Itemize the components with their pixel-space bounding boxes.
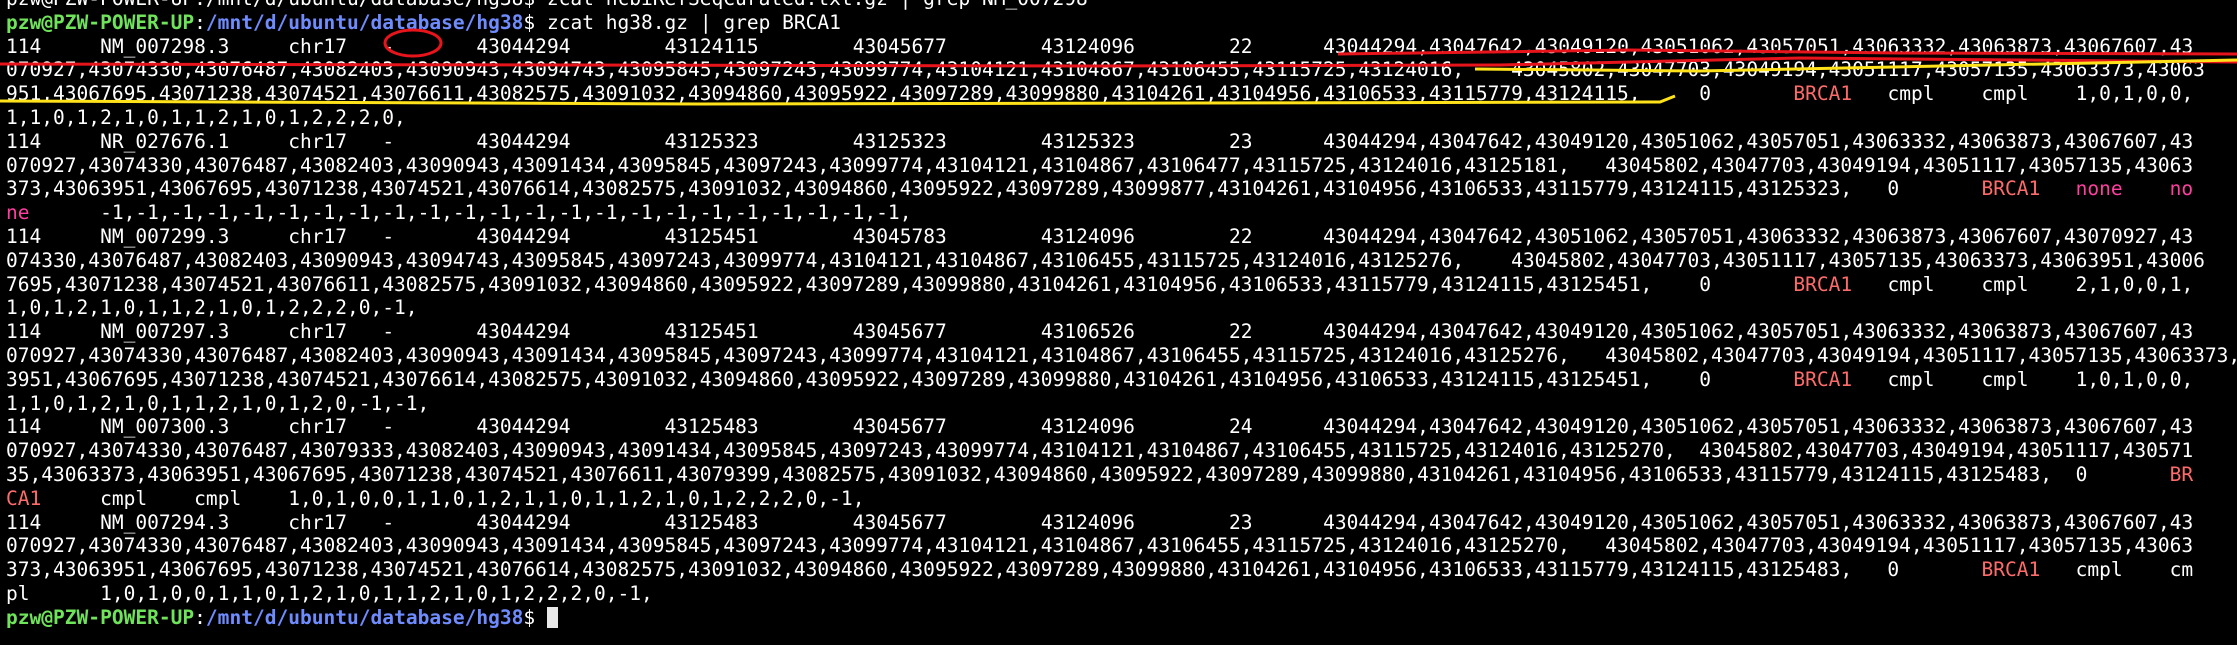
output-line: 070927,43074330,43076487,43082403,430909…: [6, 534, 2194, 558]
output-line: 070927,43074330,43076487,43082403,430909…: [6, 153, 2194, 177]
prompt-dollar: $: [523, 10, 547, 34]
none-keyword: none: [2075, 177, 2123, 201]
output-line: 1,0,1,2,1,0,1,1,2,1,0,1,2,2,2,0,-1,: [6, 296, 418, 320]
output-line: 35,43063373,43063951,43067695,43071238,4…: [6, 462, 2194, 486]
output-line: 951,43067695,43071238,43074521,43076611,…: [6, 82, 2194, 106]
output-line: 070927,43074330,43076487,43082403,430909…: [6, 343, 2237, 367]
output-line: 114 NM_007299.3 chr17 - 43044294 4312545…: [6, 224, 2194, 248]
output-line: 114 NM_007300.3 chr17 - 43044294 4312548…: [6, 415, 2194, 439]
gene-name-match: CA1: [6, 486, 42, 510]
output-line: 074330,43076487,43082403,43090943,430947…: [6, 248, 2205, 272]
output-line: CA1 cmpl cmpl 1,0,1,0,0,1,1,0,1,2,1,1,0,…: [6, 486, 865, 510]
output-line: 070927,43074330,43076487,43079333,430824…: [6, 439, 2194, 463]
command-text: zcat hg38.gz | grep BRCA1: [546, 10, 841, 34]
output-line: ne -1,-1,-1,-1,-1,-1,-1,-1,-1,-1,-1,-1,-…: [6, 201, 912, 225]
active-prompt-line[interactable]: pzw@PZW-POWER-UP:/mnt/d/ubuntu/database/…: [6, 606, 2237, 630]
none-keyword: no: [2169, 177, 2194, 201]
command-line: pzw@PZW-POWER-UP:/mnt/d/ubuntu/database/…: [6, 11, 2237, 35]
output-line: 7695,43071238,43074521,43076611,43082575…: [6, 272, 2194, 296]
none-keyword: ne: [6, 201, 30, 225]
prompt-path: /mnt/d/ubuntu/database/hg38: [205, 605, 524, 629]
output-line: 114 NR_027676.1 chr17 - 43044294 4312532…: [6, 129, 2194, 153]
output-line: 1,1,0,1,2,1,0,1,1,2,1,0,1,2,0,-1,-1,: [6, 391, 430, 415]
output-line: 114 NM_007297.3 chr17 - 43044294 4312545…: [6, 320, 2194, 344]
output-line: 114 NM_007294.3 chr17 - 43044294 4312548…: [6, 510, 2194, 534]
gene-name-match: BR: [2169, 462, 2194, 486]
output-line: pl 1,0,1,0,0,1,1,0,1,2,1,0,1,1,2,1,0,1,2…: [6, 581, 653, 605]
terminal-window[interactable]: pzw@PZW-POWER-UP:/mnt/d/ubuntu/database/…: [0, 0, 2237, 645]
prompt-user-host: pzw@PZW-POWER-UP: [6, 10, 195, 34]
prompt-user-host: pzw@PZW-POWER-UP: [6, 605, 195, 629]
prompt-path: /mnt/d/ubuntu/database/hg38: [205, 10, 524, 34]
output-line: 3951,43067695,43071238,43074521,43076614…: [6, 367, 2194, 391]
text-cursor[interactable]: [546, 606, 558, 628]
gene-name-match: BRCA1: [1981, 177, 2041, 201]
gene-name-match: BRCA1: [1793, 367, 1853, 391]
prompt-colon: :: [194, 10, 206, 34]
output-line: 070927,43074330,43076487,43082403,430909…: [6, 58, 2205, 82]
output-line: 373,43063951,43067695,43071238,43074521,…: [6, 558, 2194, 582]
gene-name-match: BRCA1: [1793, 82, 1853, 106]
output-line: 114 NM_007298.3 chr17 - 43044294 4312411…: [6, 34, 2194, 58]
prompt-dollar: $: [523, 605, 547, 629]
output-line: 1,1,0,1,2,1,0,1,1,2,1,0,1,2,2,2,0,: [6, 105, 406, 129]
command-output: 114 NM_007298.3 chr17 - 43044294 4312411…: [6, 35, 2237, 606]
gene-name-match: BRCA1: [1981, 558, 2041, 582]
output-line: 373,43063951,43067695,43071238,43074521,…: [6, 177, 2194, 201]
prompt-colon: :: [194, 605, 206, 629]
scrolled-off-line: pzw@PZW-POWER-UP:/mnt/d/ubuntu/database/…: [6, 0, 2237, 11]
gene-name-match: BRCA1: [1793, 272, 1853, 296]
